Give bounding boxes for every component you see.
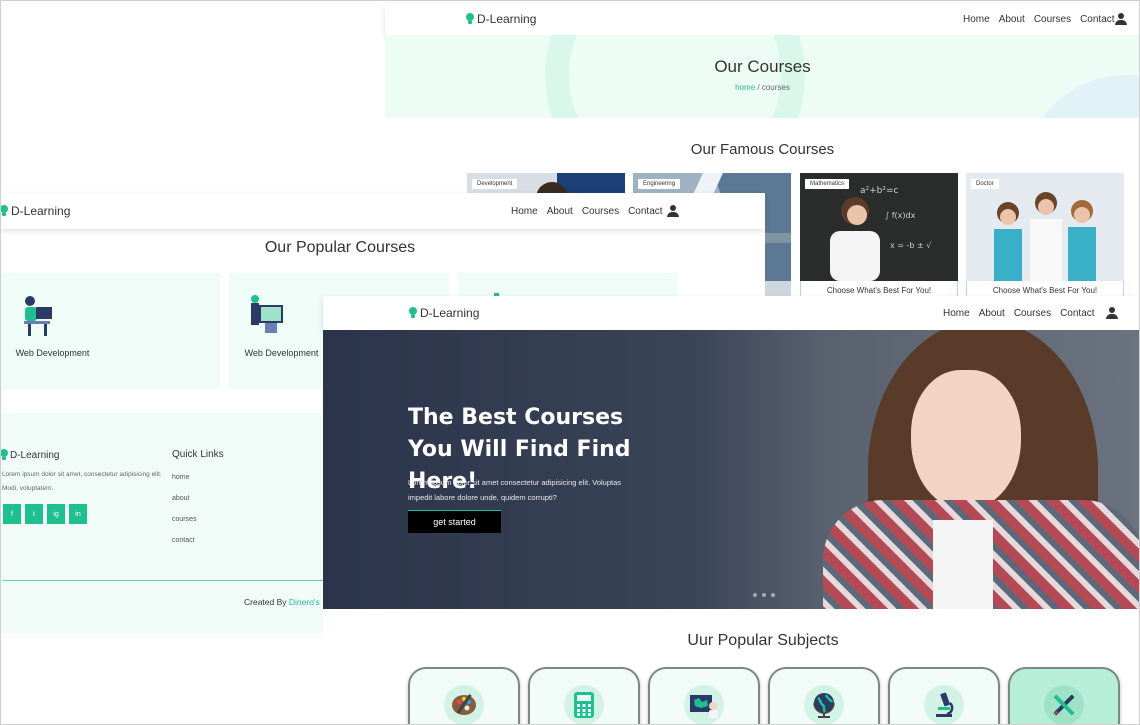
footer-divider [3,580,330,581]
slider-dot[interactable] [771,593,775,597]
credits: Created By Dinero's [244,597,320,607]
brand-name: D-Learning [420,306,480,320]
nav-home[interactable]: Home [511,206,538,217]
user-icon[interactable] [1106,307,1118,319]
subject-card[interactable] [888,667,1000,725]
nav-home[interactable]: Home [943,308,970,319]
course-photo: a²+b²=c ∫ f(x)dx x = -b ± √ [800,173,958,281]
nav-about[interactable]: About [979,308,1005,319]
svg-text:a²+b²=c: a²+b²=c [860,186,899,196]
get-started-button[interactable]: get started [408,510,501,533]
credits-prefix: Created By [244,597,289,607]
decor-circle [1025,75,1140,118]
subject-card[interactable] [768,667,880,725]
hero-banner: The Best Courses You Will Find Find Here… [323,330,1140,609]
course-card[interactable]: a²+b²=c ∫ f(x)dx x = -b ± √ Mathematics … [800,173,958,300]
subject-card[interactable] [528,667,640,725]
calculator-icon [564,685,604,725]
map-icon [684,685,724,725]
course-photo [966,173,1124,281]
hero-photo-face [911,370,1021,510]
category-tag: Engineering [638,179,681,189]
svg-text:∫ f(x)dx: ∫ f(x)dx [885,211,916,220]
quick-link-about[interactable]: about [172,488,197,509]
user-icon[interactable] [667,205,679,217]
quick-link-home[interactable]: home [172,467,197,488]
breadcrumb-separator: / [755,83,762,92]
globe-icon [804,685,844,725]
nav-courses[interactable]: Courses [582,206,619,217]
page-heading: Our Courses home / courses [385,35,1140,118]
footer-text: Lorem ipsum dolor sit amet, consectetur … [2,471,162,492]
lightbulb-icon [0,205,8,217]
developer-illustration-icon [251,295,283,333]
nav-about[interactable]: About [999,14,1025,25]
category-tag: Doctor [971,179,999,189]
category-tag: Development [472,179,518,189]
brand-logo[interactable]: D-Learning [466,12,536,26]
lightbulb-icon [409,307,417,319]
facebook-icon[interactable]: f [3,504,21,524]
nav-courses[interactable]: Courses [1014,308,1051,319]
nav-links: Home About Courses Contact [943,308,1095,319]
subject-card-active[interactable] [1008,667,1120,725]
linkedin-icon[interactable]: in [69,504,87,524]
subject-card[interactable] [648,667,760,725]
social-links: f t ig in [3,504,87,524]
subject-card[interactable] [408,667,520,725]
lightbulb-icon [466,13,474,25]
quick-link-contact[interactable]: contact [172,530,197,551]
brand-logo[interactable]: D-Learning [409,306,479,320]
hero-text: Lorem ipsum dolor sit amet consectetur a… [408,478,622,502]
section-title: Our Popular Courses [264,239,416,256]
navbar: D-Learning Home About Courses Contact [0,193,765,229]
footer-brand[interactable]: D-Learning [0,449,59,461]
course-label: Web Development [15,348,90,358]
user-icon[interactable] [1115,13,1127,25]
nav-contact[interactable]: Contact [628,206,662,217]
nav-contact[interactable]: Contact [1060,308,1094,319]
quick-links: home about courses contact [172,467,197,551]
section-title: Our Famous Courses [690,141,835,158]
twitter-icon[interactable]: t [25,504,43,524]
navbar: D-Learning Home About Courses Contact [385,3,1140,35]
category-tag: Mathematics [805,179,850,189]
course-card[interactable]: Doctor Choose What's Best For You! [966,173,1124,300]
art-palette-icon [444,685,484,725]
footer: D-Learning Lorem ipsum dolor sit amet, c… [0,413,330,633]
slider-dot[interactable] [762,593,766,597]
credits-author-link[interactable]: Dinero's [289,597,320,607]
quick-links-title: Quick Links [172,449,224,460]
tools-icon [1044,685,1084,725]
instagram-icon[interactable]: ig [47,504,65,524]
nav-contact[interactable]: Contact [1080,14,1114,25]
course-label: Web Development [244,348,319,358]
home-page-screenshot: D-Learning Home About Courses Contact Th… [323,296,1140,725]
footer-brand-name: D-Learning [10,449,60,461]
brand-logo[interactable]: D-Learning [0,204,70,218]
quick-link-courses[interactable]: courses [172,509,197,530]
brand-name: D-Learning [477,12,537,26]
nav-links: Home About Courses Contact [963,14,1115,25]
navbar: D-Learning Home About Courses Contact [323,296,1140,330]
slider-dot[interactable] [753,593,757,597]
nav-courses[interactable]: Courses [1034,14,1071,25]
hero-photo-detail [933,520,993,609]
svg-text:x = -b ± √: x = -b ± √ [890,241,932,250]
course-card[interactable]: Web Development [0,273,220,389]
page-title: Our Courses [714,57,811,76]
breadcrumb: home / courses [385,83,1140,92]
slider-dots [753,593,775,597]
brand-name: D-Learning [11,204,71,218]
microscope-icon [924,685,964,725]
breadcrumb-home[interactable]: home [735,83,755,92]
nav-about[interactable]: About [547,206,573,217]
nav-links: Home About Courses Contact [511,206,663,217]
breadcrumb-current: courses [761,83,790,92]
lightbulb-icon [0,449,8,461]
section-title: Uur Popular Subjects [687,632,839,649]
nav-home[interactable]: Home [963,14,990,25]
developer-illustration-icon [24,296,52,336]
